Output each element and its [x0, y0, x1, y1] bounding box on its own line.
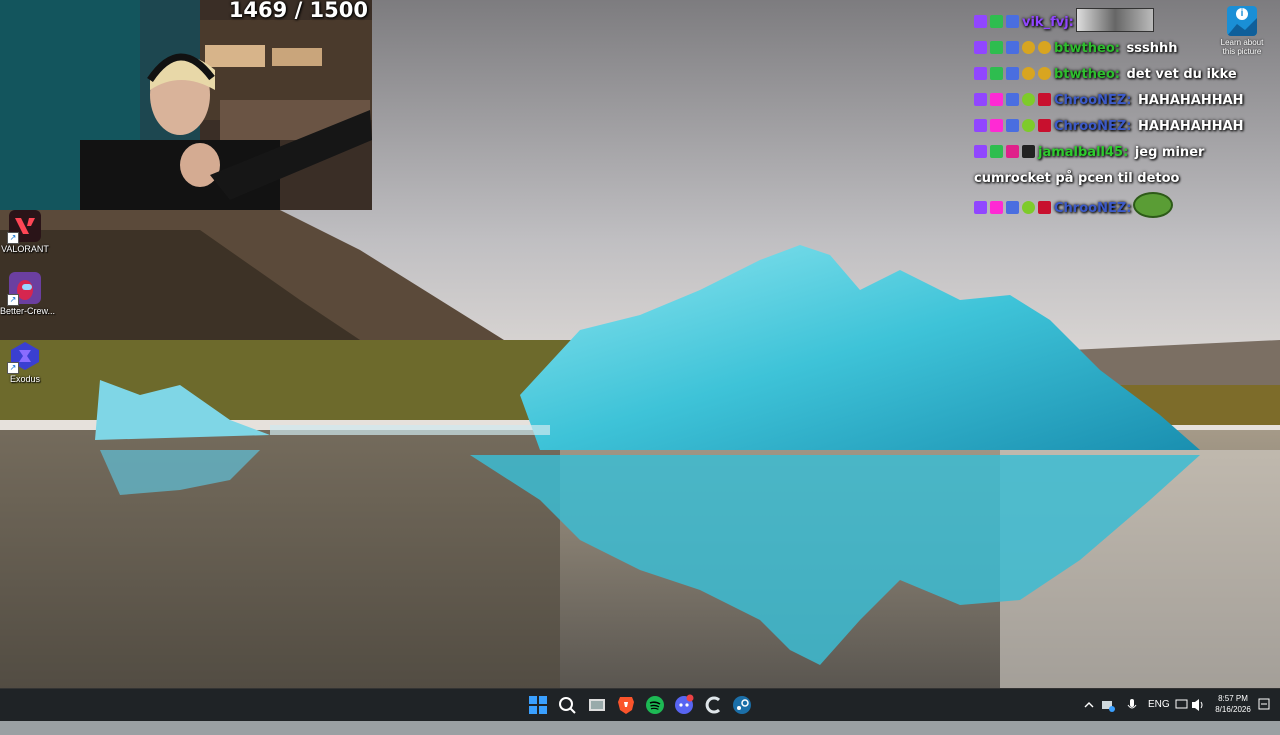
chat-username: ChrooNEZ: [1054, 119, 1132, 134]
badge-icon [1022, 201, 1035, 214]
valorant-icon: ↗ [7, 210, 41, 244]
chevron-up-icon [1084, 702, 1094, 708]
spotify-icon [646, 696, 664, 714]
desktop-icon-valorant[interactable]: ↗ VALORANT [0, 210, 50, 254]
taskbar-app-brave[interactable] [615, 694, 637, 716]
frog-emote [1133, 192, 1174, 218]
chat-message: ChrooNEZ: [974, 192, 1280, 222]
volume-icon [1192, 699, 1203, 711]
badge-icon [1022, 93, 1035, 106]
chat-message: ChrooNEZ: HAHAHAHHAH [974, 114, 1280, 140]
search-icon [559, 697, 576, 714]
exodus-icon: ↗ [7, 340, 41, 374]
chat-text: HAHAHAHHAH [1138, 93, 1244, 108]
taskbar: ENG 8:57 PM 8/16/2026 [0, 688, 1280, 721]
display-icon [1175, 699, 1188, 709]
chat-username: vik_fvj: [1022, 15, 1074, 30]
badge-icon [990, 145, 1003, 158]
steam-icon [733, 696, 751, 714]
network-tray-button[interactable] [1100, 689, 1116, 721]
chat-message: btwtheo: det vet du ikke [974, 62, 1280, 88]
chat-username: btwtheo: [1054, 41, 1120, 56]
sub-goal-counter: 1469 / 1500 [228, 0, 368, 22]
badge-icon [1006, 93, 1019, 106]
task-view-button[interactable] [586, 694, 608, 716]
chat-username: btwtheo: [1054, 67, 1120, 82]
badge-icon [1006, 119, 1019, 132]
brave-icon [618, 697, 634, 714]
clock-date: 8/16/2026 [1215, 705, 1251, 714]
clock-time: 8:57 PM [1218, 694, 1248, 703]
desktop-icon-label: VALORANT [1, 244, 49, 254]
twitch-chat-overlay: vik_fvj: btwtheo: ssshhh btwtheo: det ve… [974, 8, 1280, 222]
taskbar-app-steam[interactable] [731, 694, 753, 716]
desktop-icon-exodus[interactable]: ↗ Exodus [0, 340, 50, 384]
taskbar-clock[interactable]: 8:57 PM 8/16/2026 [1208, 693, 1258, 715]
chat-message: ChrooNEZ: HAHAHAHHAH [974, 88, 1280, 114]
taskbar-app-ccleaner[interactable] [702, 694, 724, 716]
badge-icon [1022, 67, 1035, 80]
badge-icon [1022, 145, 1035, 158]
desktop-icon-label: Better-Crew... [0, 306, 56, 316]
sub-badge-icon [990, 93, 1003, 106]
windows-logo-icon [529, 696, 547, 714]
desktop-icon-better-crewlink[interactable]: ↗ Better-Crew... [0, 272, 56, 316]
chat-text: det vet du ikke [1126, 67, 1237, 82]
chat-username: ChrooNEZ: [1054, 93, 1132, 108]
twitch-badge-icon [974, 67, 987, 80]
flag-badge-icon [1038, 93, 1051, 106]
better-crewlink-icon: ↗ [7, 272, 41, 306]
streamer-webcam: 1469 / 1500 [0, 0, 372, 210]
microphone-icon [1127, 699, 1137, 709]
notifications-button[interactable] [1257, 689, 1271, 721]
twitch-badge-icon [974, 15, 987, 28]
badge-icon [1006, 145, 1019, 158]
sub-badge-icon [990, 119, 1003, 132]
ccleaner-icon [705, 696, 721, 714]
twitch-badge-icon [974, 201, 987, 214]
chat-message: vik_fvj: [974, 8, 1280, 36]
task-view-icon [589, 699, 605, 711]
badge-icon [1006, 201, 1019, 214]
badge-icon [1022, 41, 1035, 54]
chat-emote [1075, 8, 1154, 32]
chat-username: ChrooNEZ: [1054, 201, 1132, 216]
twitch-badge-icon [974, 93, 987, 106]
discord-icon [675, 694, 694, 714]
notification-icon [1258, 698, 1270, 710]
twitch-badge-icon [974, 119, 987, 132]
badge-icon [1038, 41, 1051, 54]
network-icon [1102, 701, 1115, 712]
badge-icon [990, 67, 1003, 80]
search-button[interactable] [556, 694, 578, 716]
show-hidden-icons-button[interactable] [1083, 689, 1095, 721]
chat-username: jamalball45: [1038, 145, 1129, 160]
chat-text: HAHAHAHHAH [1138, 119, 1244, 134]
volume-tray-button[interactable] [1191, 689, 1205, 721]
chat-text: ssshhh [1126, 41, 1178, 56]
twitch-badge-icon [974, 145, 987, 158]
language-indicator[interactable]: ENG [1148, 689, 1170, 721]
badge-icon [990, 15, 1003, 28]
badge-icon [1038, 67, 1051, 80]
badge-icon [990, 41, 1003, 54]
microphone-tray-button[interactable] [1126, 689, 1138, 721]
taskbar-app-discord[interactable] [673, 694, 695, 716]
badge-icon [1006, 67, 1019, 80]
desktop-icon-label: Exodus [9, 374, 41, 384]
badge-icon [1006, 15, 1019, 28]
start-button[interactable] [527, 694, 549, 716]
taskbar-app-spotify[interactable] [644, 694, 666, 716]
chat-message: btwtheo: ssshhh [974, 36, 1280, 62]
badge-icon [1022, 119, 1035, 132]
badge-icon [1006, 41, 1019, 54]
display-tray-button[interactable] [1175, 689, 1189, 721]
chat-message: jamalball45: jeg miner cumrocket på pcen… [974, 140, 1280, 192]
twitch-badge-icon [974, 41, 987, 54]
flag-badge-icon [1038, 201, 1051, 214]
sub-badge-icon [990, 201, 1003, 214]
flag-badge-icon [1038, 119, 1051, 132]
